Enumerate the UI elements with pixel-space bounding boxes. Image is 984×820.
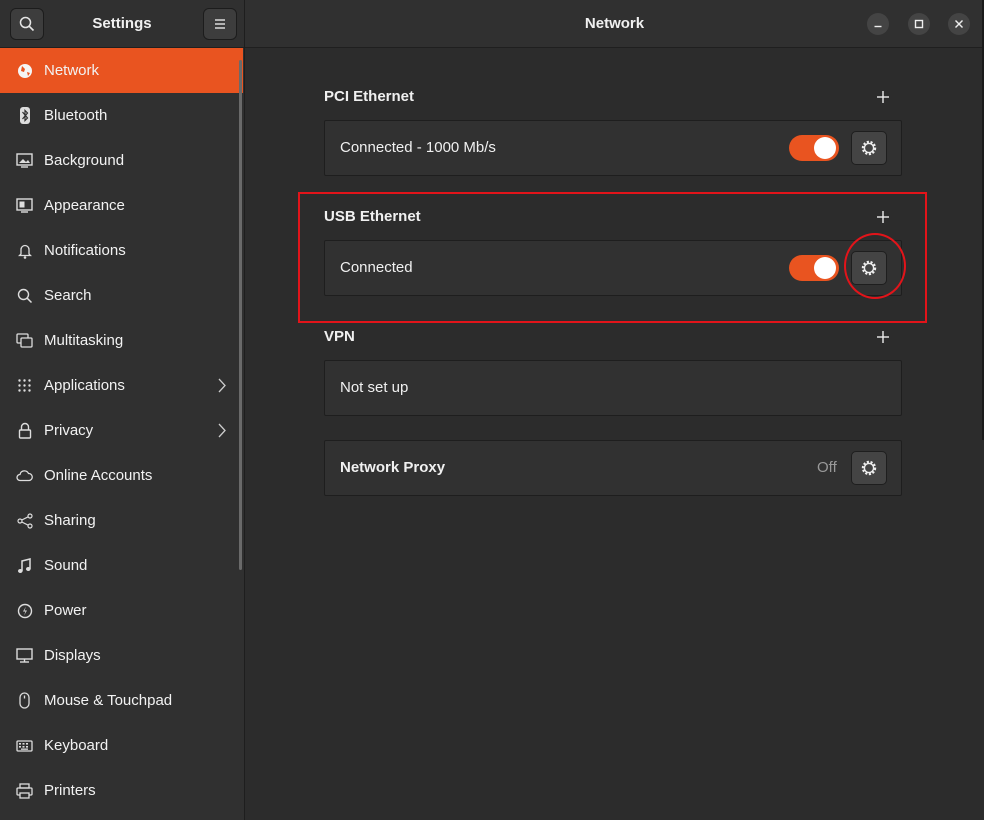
- sidebar-item-label: Printers: [44, 782, 96, 799]
- sidebar-item-power[interactable]: Power: [0, 588, 243, 633]
- sidebar-item-label: Displays: [44, 647, 101, 664]
- pci-ethernet-row: Connected - 1000 Mb/s: [324, 120, 902, 176]
- multitasking-icon: [16, 332, 33, 349]
- sidebar-item-label: Applications: [44, 377, 125, 394]
- sidebar-item-label: Sound: [44, 557, 88, 574]
- sidebar-item-label: Privacy: [44, 422, 94, 439]
- network-proxy-row[interactable]: Network Proxy Off: [324, 440, 902, 496]
- sidebar-item-label: Keyboard: [44, 737, 109, 754]
- network-proxy-state: Off: [817, 459, 837, 476]
- sidebar-item-label: Bluetooth: [44, 107, 108, 124]
- maximize-button[interactable]: [908, 13, 930, 35]
- share-icon: [16, 512, 33, 529]
- sidebar-item-multitasking[interactable]: Multitasking: [0, 318, 243, 363]
- network-proxy-label: Network Proxy: [340, 459, 446, 476]
- sidebar-item-printers[interactable]: Printers: [0, 768, 243, 813]
- sidebar-item-label: Power: [44, 602, 87, 619]
- appearance-icon: [16, 197, 33, 214]
- sidebar-item-bluetooth[interactable]: Bluetooth: [0, 93, 243, 138]
- sidebar-item-label: Mouse & Touchpad: [44, 692, 173, 709]
- display-icon: [16, 647, 33, 664]
- add-pci-connection-button[interactable]: [875, 89, 891, 105]
- printer-icon: [16, 782, 33, 799]
- gear-icon: [861, 460, 877, 476]
- sidebar-item-label: Background: [44, 152, 125, 169]
- add-vpn-button[interactable]: [875, 329, 891, 345]
- close-button[interactable]: [948, 13, 970, 35]
- sidebar-item-sound[interactable]: Sound: [0, 543, 243, 588]
- sidebar-item-displays[interactable]: Displays: [0, 633, 243, 678]
- bluetooth-icon: [16, 107, 33, 124]
- sidebar-item-keyboard[interactable]: Keyboard: [0, 723, 243, 768]
- pci-ethernet-settings-button[interactable]: [851, 131, 887, 165]
- toggle-knob: [814, 137, 836, 159]
- sidebar-item-notifications[interactable]: Notifications: [0, 228, 243, 273]
- settings-window: Settings Network Bluetooth Background Ap…: [0, 0, 984, 820]
- sidebar-item-label: Network: [44, 62, 100, 79]
- sidebar: Settings Network Bluetooth Background Ap…: [0, 0, 245, 820]
- sidebar-item-label: Notifications: [44, 242, 126, 259]
- sidebar-item-mouse-touchpad[interactable]: Mouse & Touchpad: [0, 678, 243, 723]
- minimize-icon: [874, 25, 882, 28]
- grid-icon: [16, 377, 33, 394]
- sidebar-header: Settings: [0, 0, 244, 48]
- sidebar-list: Network Bluetooth Background Appearance …: [0, 48, 243, 813]
- sidebar-item-label: Appearance: [44, 197, 125, 214]
- sidebar-item-appearance[interactable]: Appearance: [0, 183, 243, 228]
- network-proxy-settings-button[interactable]: [851, 451, 887, 485]
- keyboard-icon: [16, 737, 33, 754]
- gear-icon: [861, 140, 877, 156]
- sidebar-item-privacy[interactable]: Privacy: [0, 408, 243, 453]
- pci-ethernet-title: PCI Ethernet: [324, 88, 415, 105]
- maximize-icon: [914, 19, 924, 29]
- hamburger-icon: [215, 19, 225, 29]
- sidebar-item-search[interactable]: Search: [0, 273, 243, 318]
- cloud-icon: [16, 467, 33, 484]
- highlight-rectangle: [298, 192, 927, 323]
- sidebar-item-network[interactable]: Network: [0, 48, 243, 93]
- sidebar-item-label: Multitasking: [44, 332, 124, 349]
- sidebar-item-label: Sharing: [44, 512, 96, 529]
- mouse-icon: [16, 692, 33, 709]
- pci-ethernet-toggle[interactable]: [789, 135, 839, 161]
- network-icon: [16, 62, 33, 79]
- sidebar-item-label: Online Accounts: [44, 467, 153, 484]
- minimize-button[interactable]: [867, 13, 889, 35]
- pci-ethernet-status: Connected - 1000 Mb/s: [340, 139, 496, 156]
- close-icon: [955, 20, 963, 28]
- search-icon: [16, 287, 33, 304]
- sidebar-scrollbar[interactable]: [239, 60, 242, 570]
- vpn-row: Not set up: [324, 360, 902, 416]
- highlight-circle: [844, 233, 906, 299]
- sidebar-item-online-accounts[interactable]: Online Accounts: [0, 453, 243, 498]
- header-bar: Network: [245, 0, 984, 48]
- power-icon: [16, 602, 33, 619]
- menu-button[interactable]: [203, 8, 237, 40]
- chevron-right-icon: [218, 423, 226, 438]
- sidebar-item-label: Search: [44, 287, 92, 304]
- sidebar-item-applications[interactable]: Applications: [0, 363, 243, 408]
- chevron-right-icon: [218, 378, 226, 393]
- vpn-status: Not set up: [340, 379, 409, 396]
- sidebar-item-sharing[interactable]: Sharing: [0, 498, 243, 543]
- network-panel: PCI Ethernet Connected - 1000 Mb/s USB E…: [245, 48, 984, 820]
- sidebar-item-background[interactable]: Background: [0, 138, 243, 183]
- music-note-icon: [16, 557, 33, 574]
- bell-icon: [16, 242, 33, 259]
- background-icon: [16, 152, 33, 169]
- vpn-title: VPN: [324, 328, 355, 345]
- lock-icon: [16, 422, 33, 439]
